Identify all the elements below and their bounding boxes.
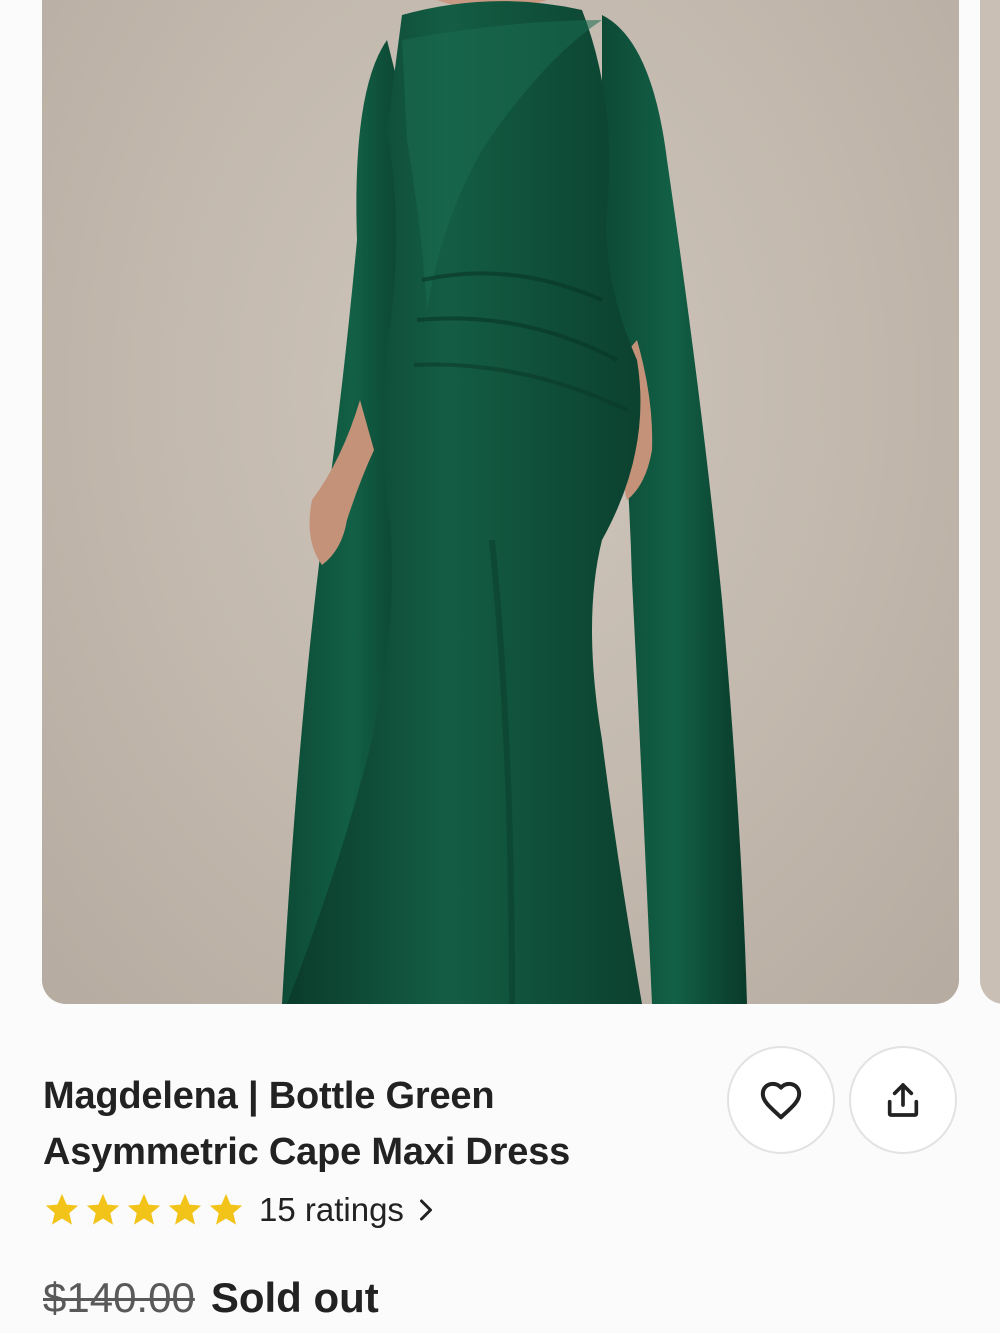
heart-icon bbox=[760, 1081, 802, 1120]
favorite-button[interactable] bbox=[727, 1046, 835, 1154]
dress-illustration bbox=[282, 0, 747, 1004]
star-rating bbox=[43, 1191, 245, 1229]
next-image-peek[interactable] bbox=[980, 0, 1000, 1004]
star-icon bbox=[168, 1193, 202, 1225]
product-title: Magdelena | Bottle Green Asymmetric Cape… bbox=[43, 1068, 683, 1180]
product-page: Magdelena | Bottle Green Asymmetric Cape… bbox=[0, 0, 1000, 1333]
price-row: $140.00 Sold out bbox=[43, 1270, 379, 1326]
stock-status: Sold out bbox=[210, 1274, 379, 1321]
image-carousel[interactable] bbox=[0, 0, 1000, 1005]
product-title-line2: Asymmetric Cape Maxi Dress bbox=[43, 1131, 571, 1173]
ratings-link[interactable]: 15 ratings bbox=[43, 1185, 434, 1235]
star-icon bbox=[127, 1193, 161, 1225]
star-icon bbox=[209, 1193, 243, 1225]
star-icon bbox=[86, 1193, 120, 1225]
share-icon bbox=[887, 1083, 919, 1117]
product-title-line1: Magdelena | Bottle Green bbox=[43, 1075, 495, 1117]
chevron-right-icon bbox=[419, 1199, 432, 1221]
original-price: $140.00 bbox=[43, 1274, 195, 1321]
product-image[interactable] bbox=[42, 0, 959, 1004]
star-icon bbox=[45, 1193, 79, 1225]
ratings-count: 15 ratings bbox=[259, 1191, 404, 1228]
share-button[interactable] bbox=[849, 1046, 957, 1154]
